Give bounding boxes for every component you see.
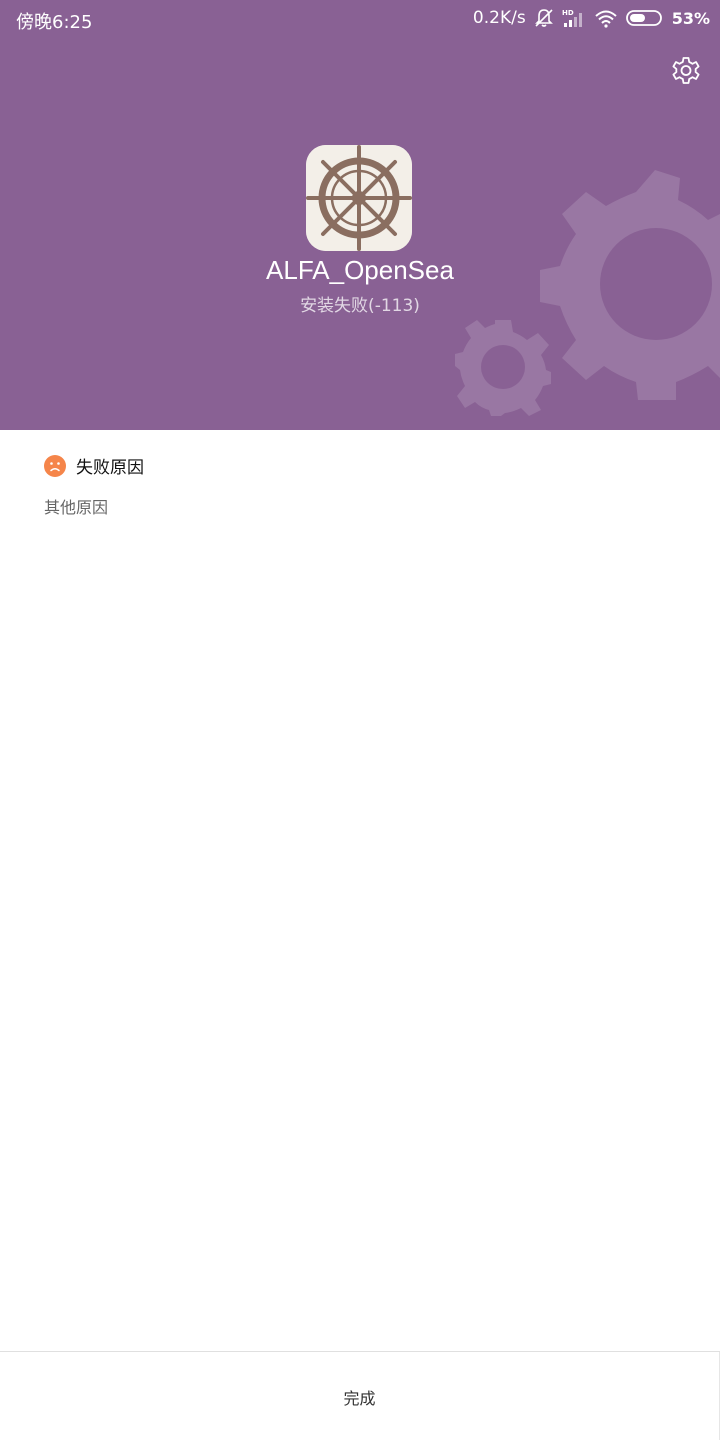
gear-icon [672, 57, 700, 84]
failure-reason-header: 失败原因 [44, 453, 144, 478]
ship-wheel-icon [306, 145, 412, 251]
failure-reason-title: 失败原因 [76, 458, 144, 478]
status-bar: 傍晚6:25 0.2K/s HD 53% [0, 0, 720, 40]
install-status: 安装失败(-113) [300, 296, 420, 316]
battery-icon [625, 10, 662, 26]
wifi-icon [595, 10, 617, 28]
sad-face-icon [44, 454, 66, 477]
header-panel: 傍晚6:25 0.2K/s HD 53% ALFA_OpenSea 安装失败(-… [0, 0, 720, 430]
failure-reason-section: 失败原因 其他原因 [44, 453, 144, 518]
net-speed: 0.2K/s [472, 8, 526, 28]
small-gear-decoration-icon [455, 320, 551, 416]
svg-text:HD: HD [562, 9, 574, 17]
app-name: ALFA_OpenSea [266, 255, 454, 285]
bottom-bar: 完成 [0, 1351, 720, 1440]
done-button[interactable]: 完成 [0, 1352, 720, 1440]
failure-reason-detail: 其他原因 [44, 498, 109, 517]
app-icon [306, 145, 412, 251]
settings-button[interactable] [666, 50, 706, 90]
status-icons: 0.2K/s HD 53% [473, 8, 710, 28]
mute-bell-icon [534, 9, 553, 27]
install-result-screen: 傍晚6:25 0.2K/s HD 53% ALFA_OpenSea 安装失败(-… [0, 0, 720, 1440]
hd-signal-icon: HD [562, 9, 582, 27]
status-time: 傍晚6:25 [16, 12, 93, 33]
battery-percent: 53% [671, 8, 710, 28]
